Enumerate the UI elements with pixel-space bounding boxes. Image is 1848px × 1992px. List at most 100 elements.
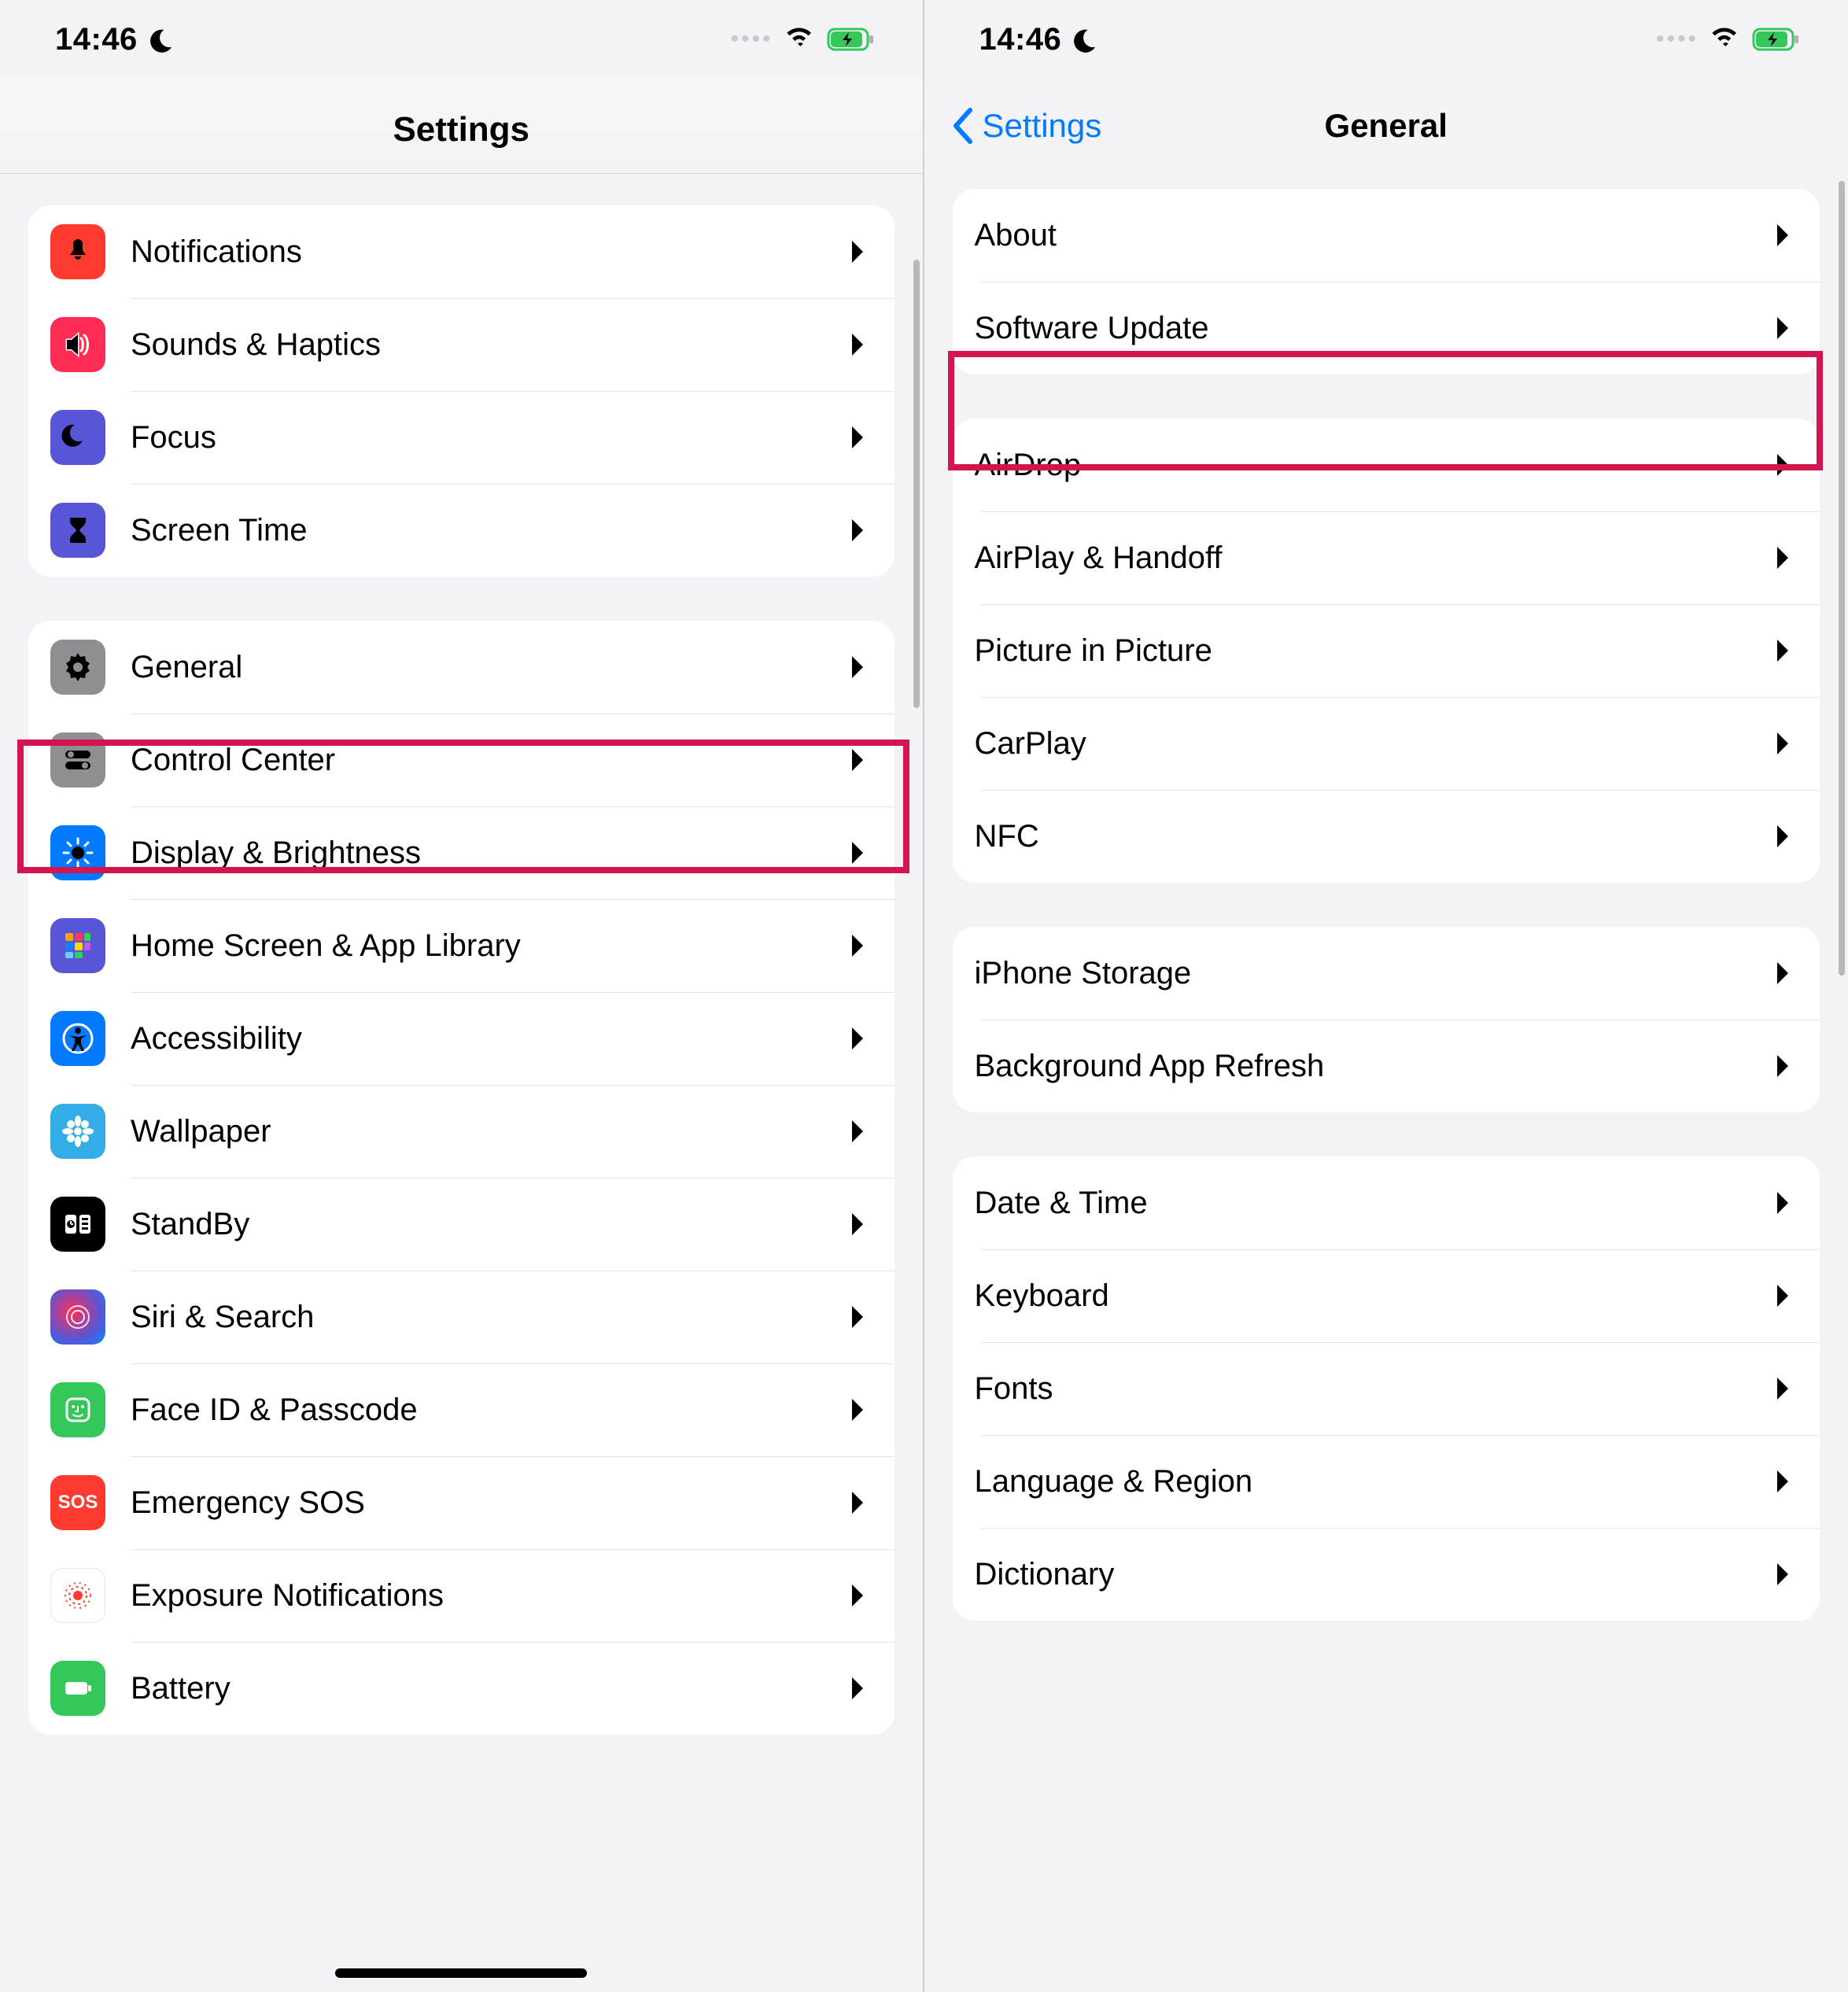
home-indicator[interactable] <box>335 1968 587 1978</box>
chevron-right-icon <box>849 1303 866 1331</box>
general-screen: 14:46 •••• Settings General AboutSoftwar… <box>924 0 1848 1992</box>
chevron-right-icon <box>849 1396 866 1424</box>
scrollbar[interactable] <box>1839 181 1845 976</box>
speaker-icon <box>50 317 105 372</box>
chevron-right-icon <box>849 1674 866 1702</box>
settings-row-control-center[interactable]: Control Center <box>28 714 894 806</box>
status-bar: 14:46 •••• <box>0 0 923 79</box>
general-row-date-time[interactable]: Date & Time <box>953 1156 1820 1249</box>
row-label: Control Center <box>131 743 849 778</box>
chevron-right-icon <box>849 238 866 266</box>
row-label: NFC <box>975 819 1775 854</box>
row-label: iPhone Storage <box>975 956 1775 991</box>
settings-row-face-id-passcode[interactable]: Face ID & Passcode <box>28 1363 894 1456</box>
apps-icon <box>50 918 105 973</box>
general-row-airdrop[interactable]: AirDrop <box>953 419 1820 511</box>
settings-row-standby[interactable]: StandBy <box>28 1178 894 1271</box>
row-label: Accessibility <box>131 1021 849 1057</box>
chevron-right-icon <box>1774 729 1791 758</box>
settings-row-screen-time[interactable]: Screen Time <box>28 484 894 577</box>
chevron-right-icon <box>849 1210 866 1238</box>
general-row-nfc[interactable]: NFC <box>953 790 1820 883</box>
general-row-iphone-storage[interactable]: iPhone Storage <box>953 927 1820 1020</box>
general-group-datetime: Date & Time Keyboard Fonts Language & Regio… <box>953 1156 1820 1621</box>
chevron-left-icon <box>948 107 979 145</box>
sos-icon: SOS <box>50 1475 105 1530</box>
general-row-language-region[interactable]: Language & Region <box>953 1435 1820 1528</box>
row-label: Emergency SOS <box>131 1485 849 1521</box>
settings-row-wallpaper[interactable]: Wallpaper <box>28 1085 894 1178</box>
settings-group-system: General Control Center Display & Brightnes… <box>28 621 894 1735</box>
general-row-airplay-handoff[interactable]: AirPlay & Handoff <box>953 511 1820 604</box>
general-row-dictionary[interactable]: Dictionary <box>953 1528 1820 1621</box>
settings-row-general[interactable]: General <box>28 621 894 714</box>
settings-row-display-brightness[interactable]: Display & Brightness <box>28 806 894 899</box>
row-label: Software Update <box>975 311 1775 346</box>
chevron-right-icon <box>849 330 866 359</box>
row-label: Screen Time <box>131 513 849 548</box>
row-label: Sounds & Haptics <box>131 327 849 363</box>
wifi-icon <box>1710 24 1741 55</box>
chevron-right-icon <box>849 516 866 544</box>
general-row-keyboard[interactable]: Keyboard <box>953 1249 1820 1342</box>
row-label: About <box>975 218 1775 253</box>
status-time: 14:46 <box>55 22 138 57</box>
chevron-right-icon <box>1774 1374 1791 1403</box>
chevron-right-icon <box>1774 636 1791 665</box>
chevron-right-icon <box>1774 221 1791 249</box>
row-label: Exposure Notifications <box>131 1578 849 1614</box>
settings-row-focus[interactable]: Focus <box>28 391 894 484</box>
general-row-software-update[interactable]: Software Update <box>953 282 1820 374</box>
chevron-right-icon <box>1774 1560 1791 1588</box>
battery-charging-icon <box>827 28 876 51</box>
settings-row-emergency-sos[interactable]: SOS Emergency SOS <box>28 1456 894 1549</box>
row-label: AirDrop <box>975 448 1775 483</box>
general-row-background-app-refresh[interactable]: Background App Refresh <box>953 1020 1820 1112</box>
row-label: Language & Region <box>975 1464 1775 1500</box>
back-label: Settings <box>983 107 1102 145</box>
accessibility-icon <box>50 1011 105 1066</box>
row-label: Battery <box>131 1671 849 1706</box>
general-row-fonts[interactable]: Fonts <box>953 1342 1820 1435</box>
row-label: StandBy <box>131 1207 849 1242</box>
wifi-icon <box>784 24 816 55</box>
siri-icon <box>50 1289 105 1345</box>
scrollbar[interactable] <box>913 260 920 708</box>
exposure-icon <box>50 1568 105 1623</box>
general-row-carplay[interactable]: CarPlay <box>953 697 1820 790</box>
row-label: AirPlay & Handoff <box>975 540 1775 576</box>
settings-screen: 14:46 •••• Settings Notifications Sounds … <box>0 0 924 1992</box>
header: Settings <box>0 79 923 174</box>
status-time: 14:46 <box>979 22 1062 57</box>
settings-row-battery[interactable]: Battery <box>28 1642 894 1735</box>
settings-row-exposure-notifications[interactable]: Exposure Notifications <box>28 1549 894 1642</box>
general-group-about: About Software Update <box>953 189 1820 374</box>
chevron-right-icon <box>849 746 866 774</box>
chevron-right-icon <box>849 839 866 867</box>
general-group-storage: iPhone Storage Background App Refresh <box>953 927 1820 1112</box>
battery-icon <box>50 1661 105 1716</box>
chevron-right-icon <box>849 1488 866 1517</box>
toggles-icon <box>50 732 105 788</box>
settings-row-home-screen-app-library[interactable]: Home Screen & App Library <box>28 899 894 992</box>
chevron-right-icon <box>849 423 866 452</box>
chevron-right-icon <box>1774 822 1791 850</box>
chevron-right-icon <box>849 653 866 681</box>
gear-icon <box>50 640 105 695</box>
faceid-icon <box>50 1382 105 1437</box>
general-row-picture-in-picture[interactable]: Picture in Picture <box>953 604 1820 697</box>
settings-row-sounds-haptics[interactable]: Sounds & Haptics <box>28 298 894 391</box>
settings-group-notifications: Notifications Sounds & Haptics Focus Screen… <box>28 205 894 577</box>
chevron-right-icon <box>1774 1467 1791 1496</box>
hourglass-icon <box>50 503 105 558</box>
settings-row-accessibility[interactable]: Accessibility <box>28 992 894 1085</box>
row-label: Keyboard <box>975 1278 1775 1314</box>
row-label: Picture in Picture <box>975 633 1775 669</box>
chevron-right-icon <box>849 1117 866 1145</box>
back-button[interactable]: Settings <box>948 107 1102 145</box>
settings-row-siri-search[interactable]: Siri & Search <box>28 1271 894 1363</box>
settings-row-notifications[interactable]: Notifications <box>28 205 894 298</box>
general-row-about[interactable]: About <box>953 189 1820 282</box>
bell-icon <box>50 224 105 279</box>
cellular-dots-icon: •••• <box>730 26 773 53</box>
